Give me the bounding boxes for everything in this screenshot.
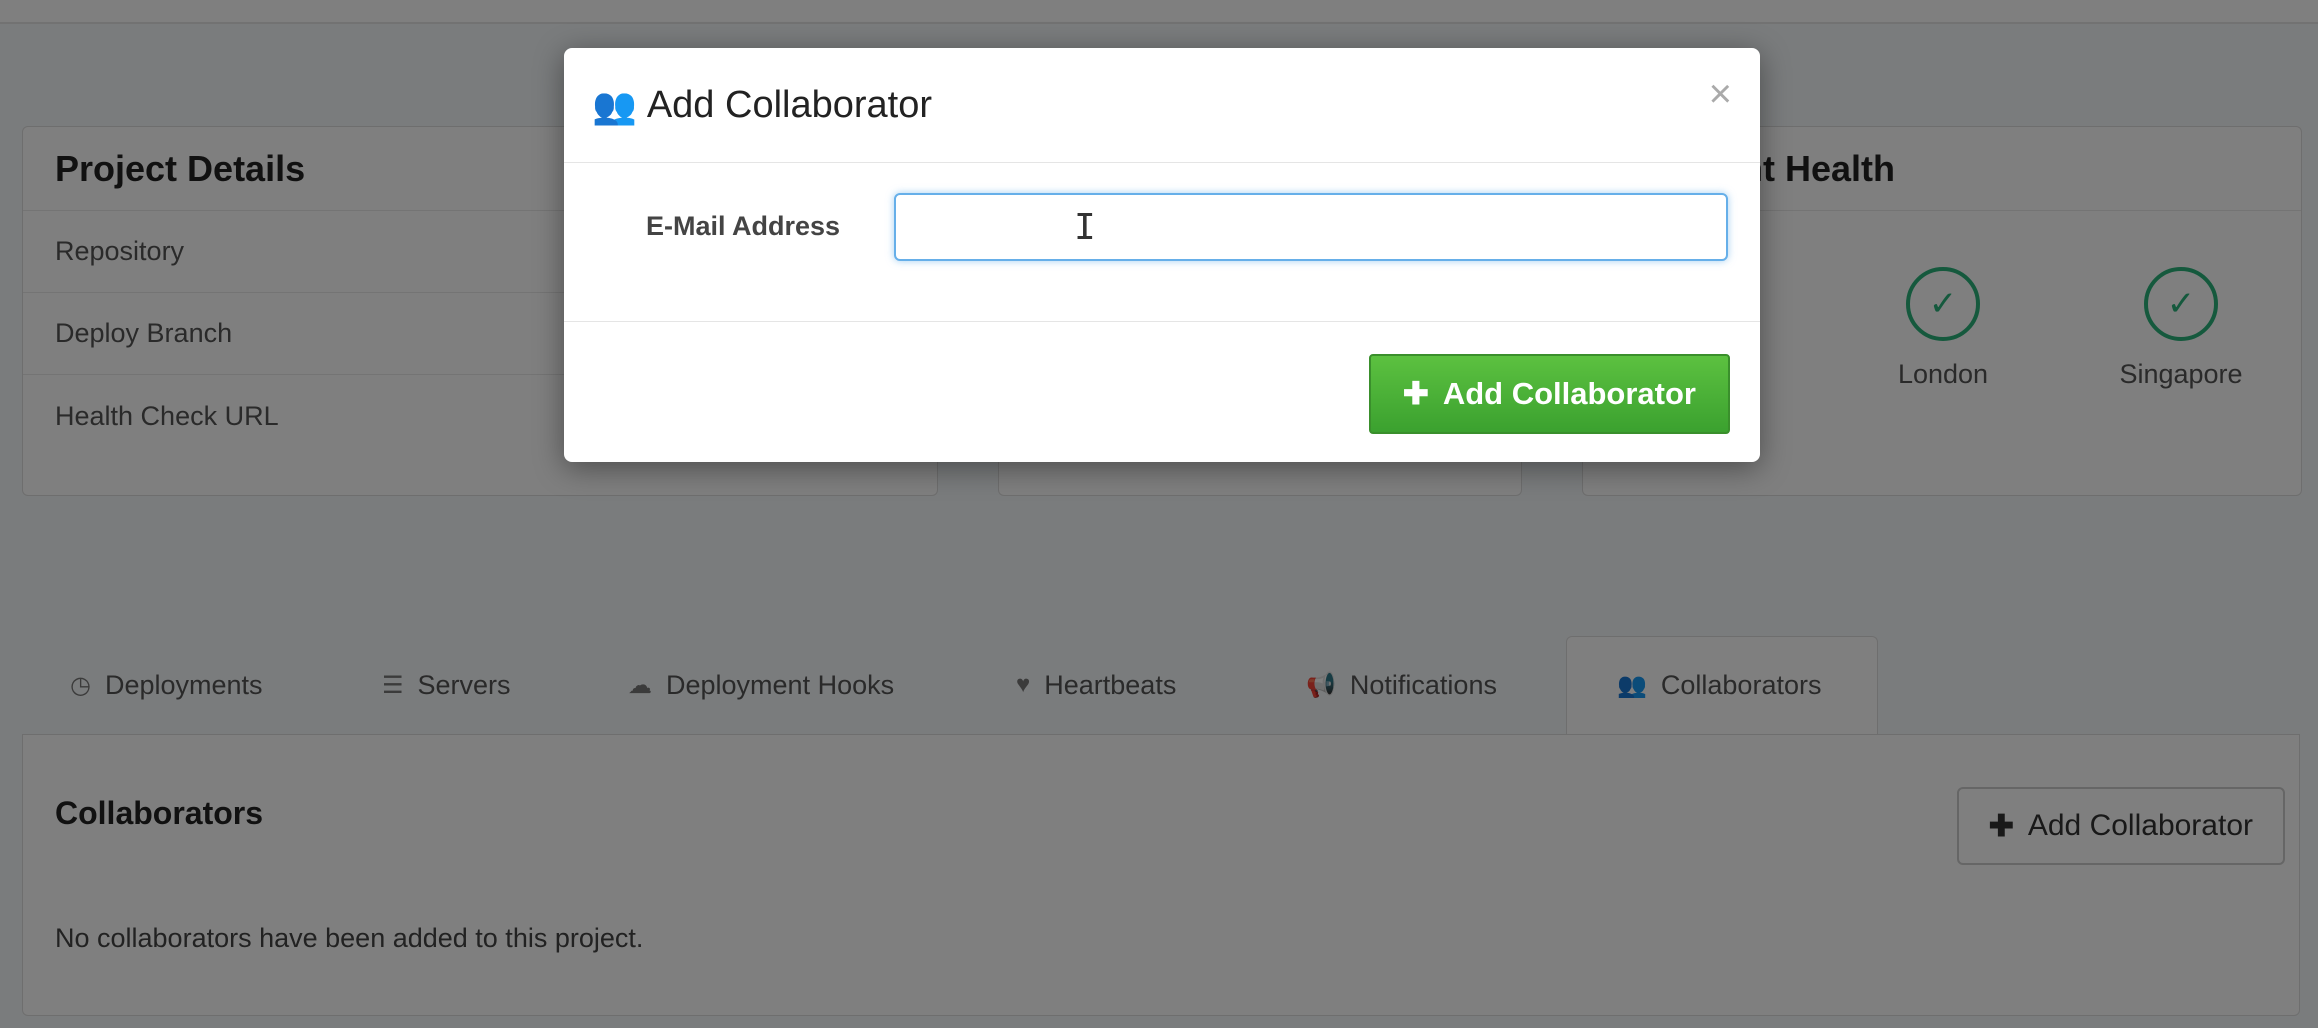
plus-icon: ✚: [1402, 376, 1429, 411]
email-field[interactable]: [894, 193, 1728, 261]
button-label: Add Collaborator: [1442, 376, 1696, 411]
submit-add-collaborator-button[interactable]: ✚ Add Collaborator: [1368, 354, 1730, 434]
email-label: E-Mail Address: [646, 211, 841, 241]
close-icon[interactable]: ×: [1709, 72, 1732, 117]
modal-title: 👥 Add Collaborator: [592, 84, 932, 127]
text-cursor-icon: I: [1074, 207, 1096, 248]
modal-header: 👥 Add Collaborator ×: [564, 48, 1760, 163]
modal-body: E-Mail Address I: [564, 163, 1760, 322]
add-collaborator-modal: 👥 Add Collaborator × E-Mail Address I ✚ …: [564, 48, 1760, 462]
users-icon: 👥: [592, 84, 637, 126]
modal-title-text: Add Collaborator: [646, 84, 932, 126]
